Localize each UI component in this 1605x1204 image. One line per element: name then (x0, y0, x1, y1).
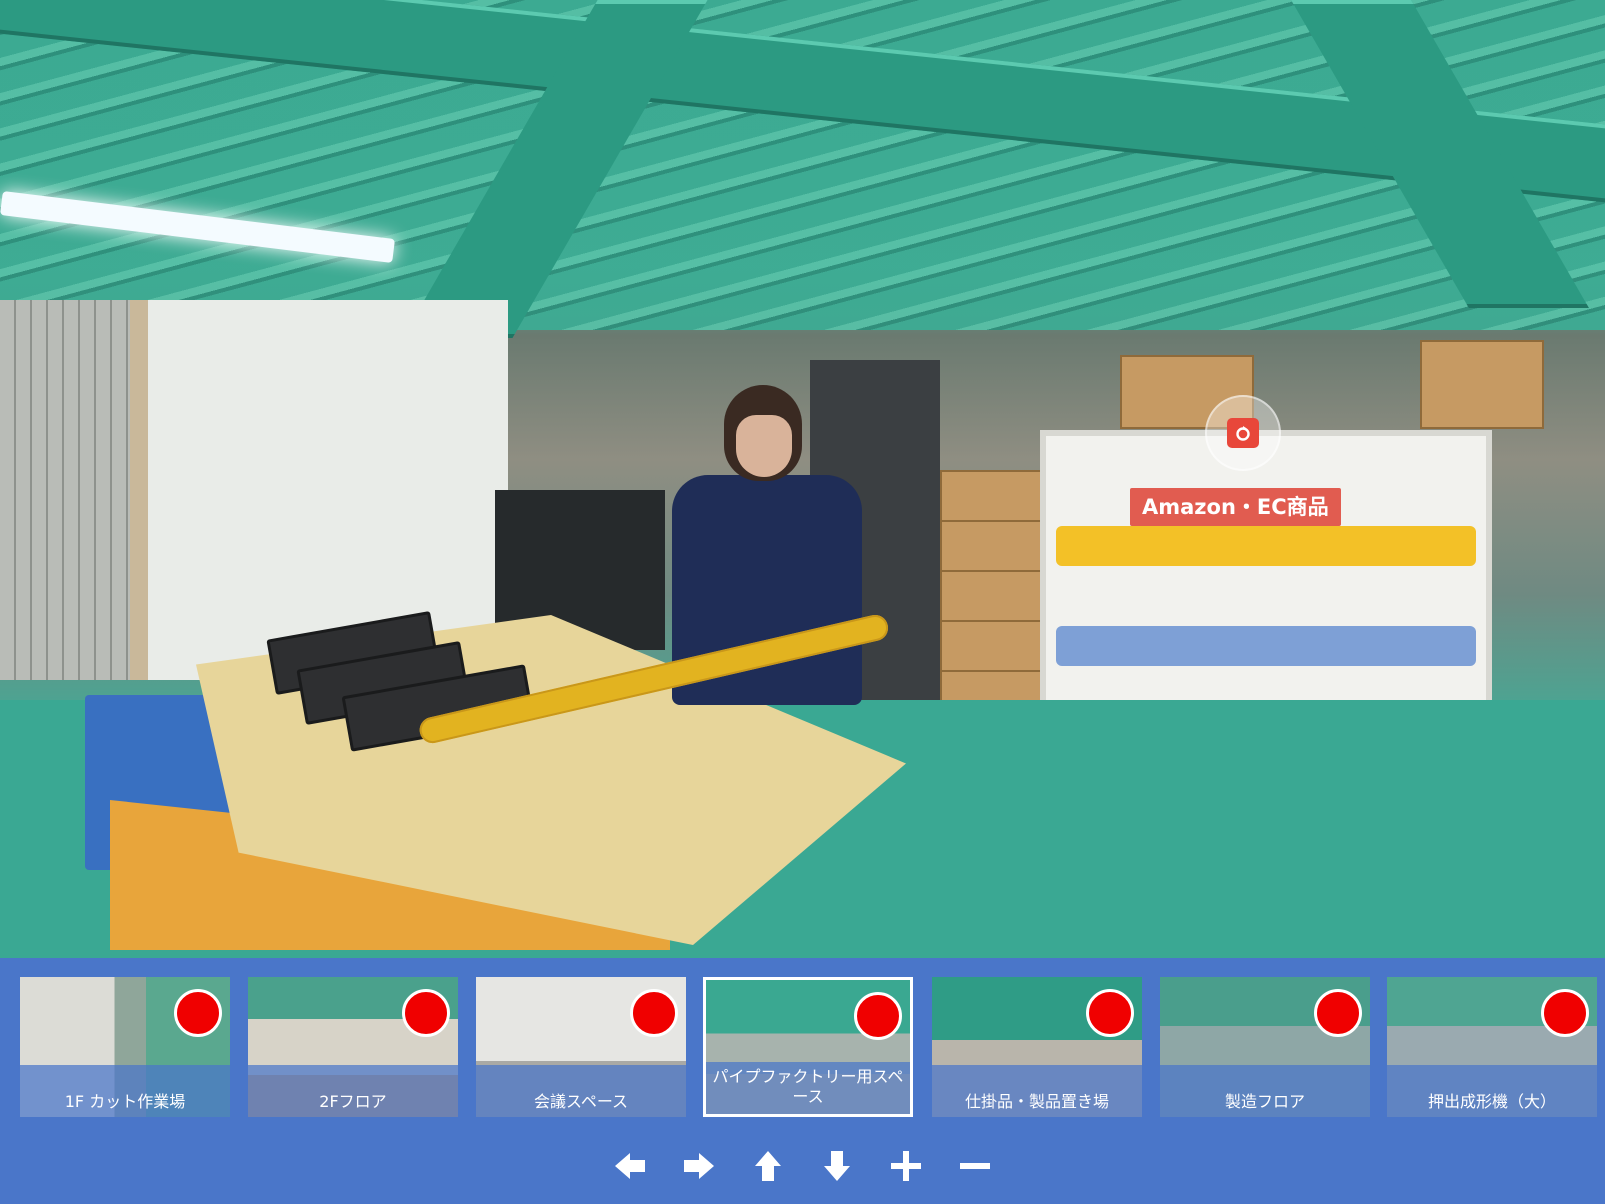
scene-thumbnail-strip[interactable]: 1F カット作業場 2Fフロア 会議スペース パイプファクトリー用スペース 仕掛… (0, 977, 1605, 1121)
thumbnail-label: 押出成形機（大） (1387, 1065, 1597, 1117)
scene-thumbnail[interactable]: 1F カット作業場 (20, 977, 230, 1117)
hotspot-label[interactable]: Amazon・EC商品 (1130, 488, 1341, 526)
cardboard-box (940, 570, 1049, 622)
red-dot-icon (1541, 989, 1589, 1037)
red-dot-icon (1314, 989, 1362, 1037)
arrow-up-icon[interactable] (750, 1148, 786, 1184)
red-dot-icon (402, 989, 450, 1037)
camera-icon (1227, 418, 1259, 448)
white-wall (130, 300, 508, 680)
scene-thumbnail[interactable]: 仕掛品・製品置き場 (932, 977, 1142, 1117)
arrow-down-icon[interactable] (819, 1148, 855, 1184)
red-dot-icon (174, 989, 222, 1037)
thumbnail-label: 仕掛品・製品置き場 (932, 1065, 1142, 1117)
plus-icon[interactable] (888, 1148, 924, 1184)
scene-thumbnail[interactable]: 会議スペース (476, 977, 686, 1117)
thumbnail-label: パイプファクトリー用スペース (706, 1062, 910, 1114)
bottom-navigation-bar: 1F カット作業場 2Fフロア 会議スペース パイプファクトリー用スペース 仕掛… (0, 958, 1605, 1204)
hotspot-marker[interactable] (1205, 395, 1281, 471)
scene-thumbnail[interactable]: 2Fフロア (248, 977, 458, 1117)
view-controls (0, 1148, 1605, 1188)
arrow-left-icon[interactable] (612, 1148, 648, 1184)
thumbnail-label: 製造フロア (1160, 1065, 1370, 1117)
pipe-bundle (1056, 526, 1476, 566)
thumbnail-label: 2Fフロア (248, 1065, 458, 1117)
pipe-bundle (1056, 626, 1476, 666)
panorama-view[interactable]: Amazon・EC商品 (0, 0, 1605, 958)
staircase (0, 300, 130, 680)
cardboard-box (1420, 340, 1544, 429)
red-dot-icon (1086, 989, 1134, 1037)
scene-thumbnail[interactable]: 製造フロア (1160, 977, 1370, 1117)
scene-thumbnail[interactable]: 押出成形機（大） (1387, 977, 1597, 1117)
cardboard-box (940, 470, 1049, 522)
red-dot-icon (854, 992, 902, 1040)
thumbnail-label: 1F カット作業場 (20, 1065, 230, 1117)
scene-thumbnail-active[interactable]: パイプファクトリー用スペース (703, 977, 913, 1117)
thumbnail-label: 会議スペース (476, 1065, 686, 1117)
minus-icon[interactable] (957, 1148, 993, 1184)
arrow-right-icon[interactable] (681, 1148, 717, 1184)
cardboard-box (940, 620, 1049, 672)
cardboard-box (940, 520, 1049, 572)
red-dot-icon (630, 989, 678, 1037)
